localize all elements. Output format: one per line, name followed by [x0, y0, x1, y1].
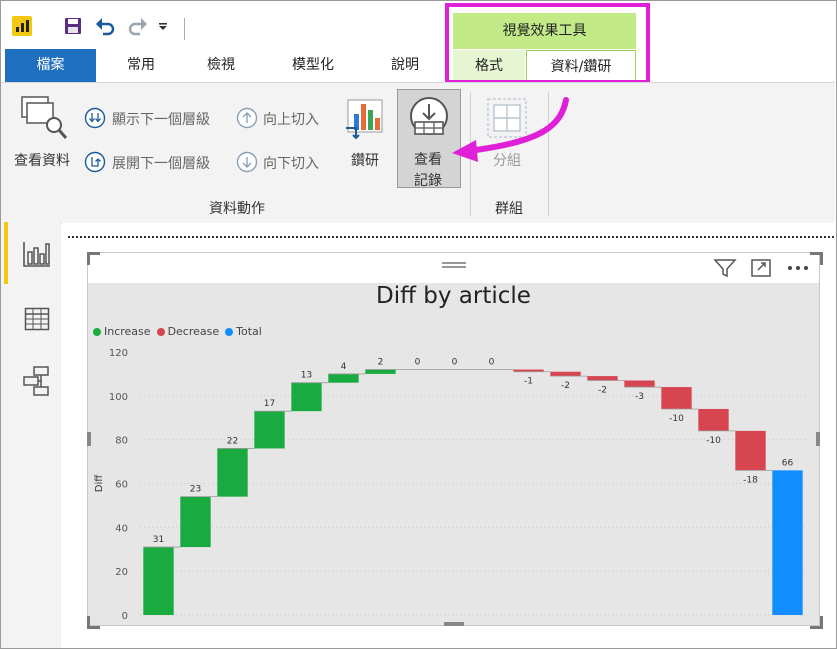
nav-active-indicator: [4, 222, 8, 284]
waterfall-bar: [143, 547, 174, 615]
tab-modeling[interactable]: 模型化: [279, 49, 347, 82]
waterfall-bar: [365, 369, 396, 374]
waterfall-bar: [180, 496, 211, 548]
model-view-icon[interactable]: [22, 365, 52, 397]
chart-title: Diff by article: [376, 283, 531, 309]
legend-label-decrease: Decrease: [167, 325, 220, 338]
waterfall-bar: [291, 382, 322, 412]
legend-item-total: Total: [225, 325, 262, 338]
see-records-label-1: 查看: [414, 152, 442, 168]
see-records-label-2: 記錄: [414, 173, 442, 189]
waterfall-bar: [661, 387, 692, 409]
total-bar: [772, 470, 803, 615]
tab-home[interactable]: 常用: [111, 49, 171, 82]
waterfall-bar: [698, 408, 729, 431]
legend-item-decrease: Decrease: [156, 325, 220, 338]
legend-label-increase: Increase: [104, 325, 151, 338]
show-next-level-button[interactable]: 顯示下一個層級: [112, 109, 210, 129]
save-icon[interactable]: [62, 14, 84, 38]
data-label: 4: [341, 362, 347, 372]
data-label: -1: [524, 377, 533, 387]
resize-handle[interactable]: [810, 252, 823, 265]
data-label: -10: [669, 414, 684, 424]
context-tools-highlight: [445, 3, 650, 84]
toolbar-separator: [184, 18, 185, 40]
y-tick-label: 40: [115, 523, 128, 534]
redo-icon[interactable]: [126, 14, 150, 38]
drill-button[interactable]: 鑽研: [351, 150, 379, 170]
legend-item-increase: Increase: [93, 325, 151, 338]
show-next-level-icon[interactable]: [84, 107, 106, 129]
filter-icon[interactable]: [713, 258, 737, 278]
drill-chart-icon[interactable]: [344, 96, 388, 142]
y-axis-label: Diff: [94, 474, 105, 492]
report-view-icon[interactable]: [22, 240, 52, 268]
expand-next-level-icon[interactable]: [84, 151, 106, 173]
data-label: 17: [264, 399, 275, 409]
drag-handle-icon[interactable]: [441, 257, 467, 271]
undo-icon[interactable]: [93, 14, 117, 38]
data-label: 0: [489, 358, 495, 368]
page-boundary: [68, 236, 834, 238]
data-label: -2: [561, 381, 570, 391]
more-options-icon[interactable]: [786, 260, 810, 274]
waterfall-bar: [735, 430, 766, 471]
waterfall-bar: [550, 371, 581, 377]
waterfall-bar: [328, 373, 359, 383]
data-label: 13: [301, 371, 312, 381]
resize-handle[interactable]: [87, 252, 100, 265]
ribbon-tabs: 檔案 常用 檢視 模型化 說明: [1, 49, 835, 82]
legend-dot-total: [225, 327, 234, 336]
data-label: 66: [782, 458, 794, 468]
y-tick-label: 20: [115, 567, 128, 578]
legend-dot-increase: [93, 327, 101, 336]
data-label: 23: [190, 485, 201, 495]
tab-help[interactable]: 說明: [375, 49, 435, 82]
data-label: 22: [227, 436, 238, 446]
data-label: -2: [598, 385, 607, 395]
customize-toolbar-icon[interactable]: [156, 14, 170, 38]
tab-view[interactable]: 檢視: [191, 49, 251, 82]
y-tick-label: 100: [109, 392, 128, 403]
data-label: -10: [706, 436, 721, 446]
data-label: -3: [635, 392, 644, 402]
powerbi-logo-icon: [12, 16, 32, 36]
data-label: -18: [743, 475, 758, 485]
data-label: 2: [378, 358, 384, 368]
left-nav: [1, 223, 61, 648]
data-label: 0: [452, 358, 458, 368]
drill-up-button[interactable]: 向上切入: [263, 109, 319, 129]
data-view-icon[interactable]: [24, 307, 50, 331]
waterfall-bar: [624, 380, 655, 388]
y-tick-label: 0: [122, 611, 128, 622]
legend-dot-decrease: [156, 327, 165, 336]
waterfall-bar: [217, 448, 248, 497]
data-label: 31: [153, 535, 164, 545]
waterfall-chart: 020406080100120Diff31232217134 2 0 0 0-1 -2 -2…: [94, 348, 806, 622]
chart-legend: Increase Decrease Total: [93, 325, 268, 338]
drill-up-icon[interactable]: [236, 107, 258, 129]
tab-file[interactable]: 檔案: [5, 49, 96, 82]
data-label: 0: [415, 358, 421, 368]
expand-next-level-button[interactable]: 展開下一個層級: [112, 153, 210, 173]
see-data-icon[interactable]: [20, 95, 70, 143]
drill-down-button[interactable]: 向下切入: [263, 153, 319, 173]
y-tick-label: 60: [115, 480, 128, 491]
y-tick-label: 80: [115, 436, 128, 447]
group-label-data-actions: 資料動作: [209, 201, 265, 217]
drill-down-icon[interactable]: [236, 151, 258, 173]
legend-label-total: Total: [236, 325, 262, 338]
annotation-arrow: [452, 97, 569, 162]
group-label-groups: 群組: [495, 201, 523, 217]
y-tick-label: 120: [109, 348, 128, 359]
focus-mode-icon[interactable]: [750, 258, 772, 278]
see-data-button[interactable]: 查看資料: [14, 150, 70, 170]
waterfall-bar: [254, 411, 285, 449]
waterfall-bar: [587, 376, 618, 381]
